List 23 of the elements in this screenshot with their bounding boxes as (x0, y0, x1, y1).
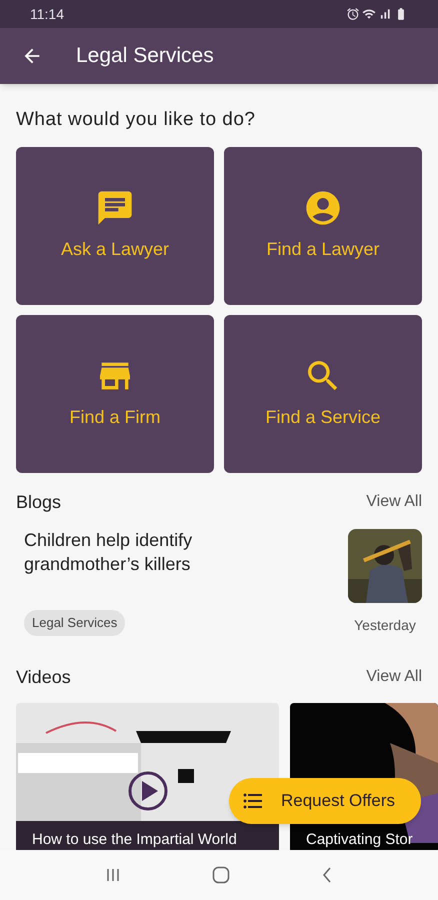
section-title: Blogs (16, 490, 62, 514)
signal-icon (378, 7, 392, 21)
wifi-icon (362, 7, 376, 21)
action-tile[interactable]: Find a Service (224, 314, 422, 472)
home-icon[interactable] (212, 866, 230, 884)
blog-date: Yesterday (354, 616, 416, 635)
status-time: 11:14 (30, 4, 64, 24)
view-all-link[interactable]: View All (366, 490, 422, 514)
back-nav-icon[interactable] (320, 867, 333, 883)
page-title: Legal Services (76, 43, 214, 70)
view-all-link[interactable]: View All (366, 665, 422, 689)
blog-headline[interactable]: Children help identify grandmother’s killers (24, 528, 224, 576)
video-title: Captivating Stor (306, 830, 413, 850)
recent-apps-icon[interactable] (105, 867, 122, 883)
action-tile[interactable]: Ask a Lawyer (16, 146, 214, 304)
section-title: Videos (16, 666, 71, 688)
tag-chip: Legal Services (24, 610, 126, 636)
alarm-icon (346, 7, 360, 21)
prompt-text: What would you like to do? (16, 108, 256, 132)
request-offers-button[interactable]: Request Offers (229, 778, 421, 824)
action-tile[interactable]: Find a Firm (16, 314, 214, 472)
video-title: How to use the Impartial World (32, 830, 237, 850)
action-tile[interactable]: Find a Lawyer (224, 146, 422, 304)
